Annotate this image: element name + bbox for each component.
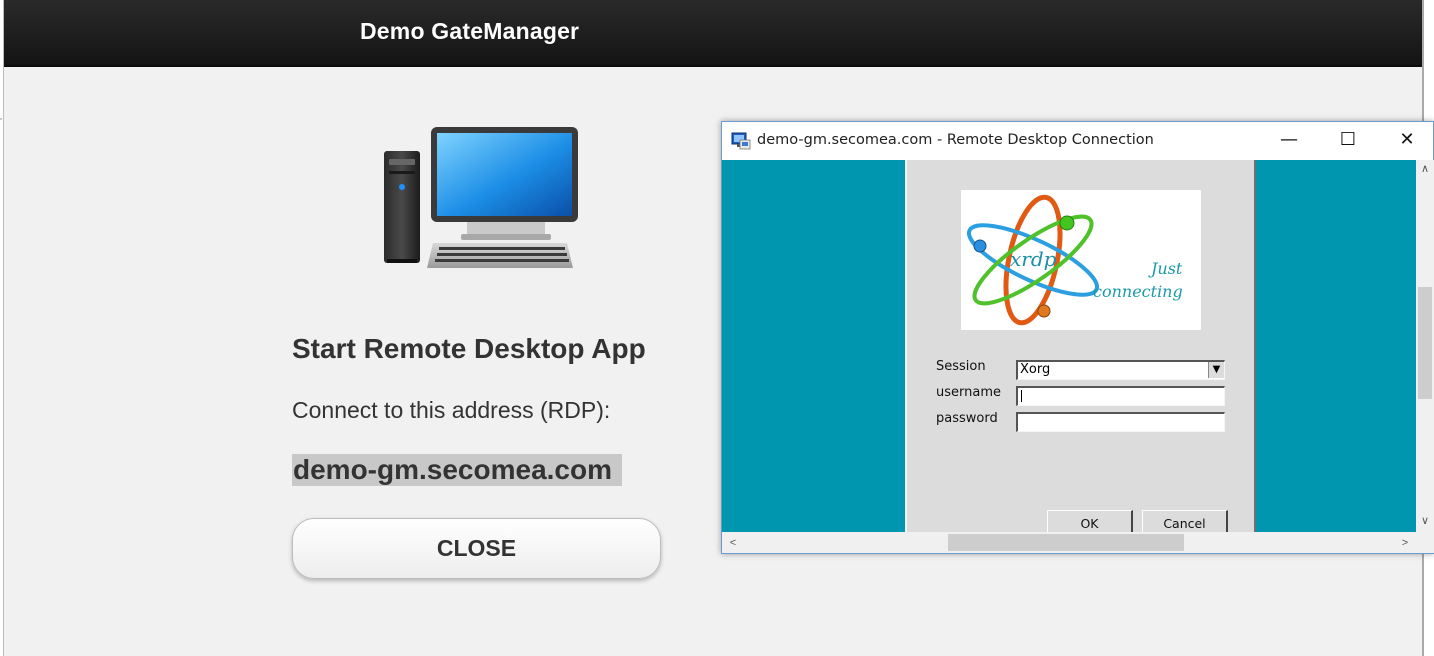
horizontal-scroll-thumb[interactable] <box>948 534 1184 551</box>
session-label: Session <box>936 359 986 374</box>
password-label: password <box>936 411 998 426</box>
scroll-right-icon[interactable]: > <box>1396 534 1414 552</box>
cancel-button[interactable]: Cancel <box>1142 510 1228 532</box>
connect-instruction: Connect to this address (RDP): <box>292 397 611 423</box>
logo-tagline-line1: Just <box>1151 259 1183 278</box>
text-caret <box>1021 390 1022 402</box>
window-title: demo-gm.secomea.com - Remote Desktop Con… <box>757 132 1154 148</box>
logo-tagline-line2: connecting <box>1093 282 1183 301</box>
logo-wordmark: xrdp <box>1010 247 1057 271</box>
close-button[interactable]: CLOSE <box>292 518 661 579</box>
xrdp-login-panel: xrdp Just connecting Session Xorg ▼ user… <box>905 160 1256 532</box>
horizontal-scrollbar[interactable]: < > <box>722 532 1416 553</box>
remote-desktop-icon <box>731 132 751 150</box>
remote-desktop-window[interactable]: demo-gm.secomea.com - Remote Desktop Con… <box>721 121 1434 554</box>
desktop-computer-icon <box>384 127 578 268</box>
username-label: username <box>936 385 1001 400</box>
maximize-button[interactable]: ☐ <box>1319 122 1377 160</box>
vertical-scroll-thumb[interactable] <box>1418 287 1432 399</box>
top-bar: Demo GateManager <box>4 0 1422 67</box>
minimize-button[interactable]: — <box>1260 122 1318 160</box>
rdp-address[interactable]: demo-gm.secomea.com <box>292 454 622 486</box>
page-heading: Start Remote Desktop App <box>292 333 646 364</box>
scroll-up-icon[interactable]: ∧ <box>1416 160 1434 178</box>
vertical-scrollbar[interactable]: ∧ ∨ <box>1416 160 1434 532</box>
username-field[interactable] <box>1016 386 1225 406</box>
ok-button[interactable]: OK <box>1047 510 1133 532</box>
remote-desktop-viewport[interactable]: xrdp Just connecting Session Xorg ▼ user… <box>722 160 1416 532</box>
session-value: Xorg <box>1020 362 1051 377</box>
edge-mark <box>0 118 2 120</box>
scroll-down-icon[interactable]: ∨ <box>1416 512 1434 530</box>
xrdp-logo: xrdp Just connecting <box>961 190 1201 330</box>
password-field[interactable] <box>1016 412 1225 432</box>
window-close-button[interactable]: ✕ <box>1378 122 1434 160</box>
window-titlebar[interactable]: demo-gm.secomea.com - Remote Desktop Con… <box>722 122 1433 160</box>
scroll-left-icon[interactable]: < <box>724 534 742 552</box>
header-title: Demo GateManager <box>360 18 580 44</box>
session-select[interactable]: Xorg ▼ <box>1016 360 1225 380</box>
scrollbar-corner <box>1416 532 1434 553</box>
chevron-down-icon[interactable]: ▼ <box>1208 362 1224 378</box>
